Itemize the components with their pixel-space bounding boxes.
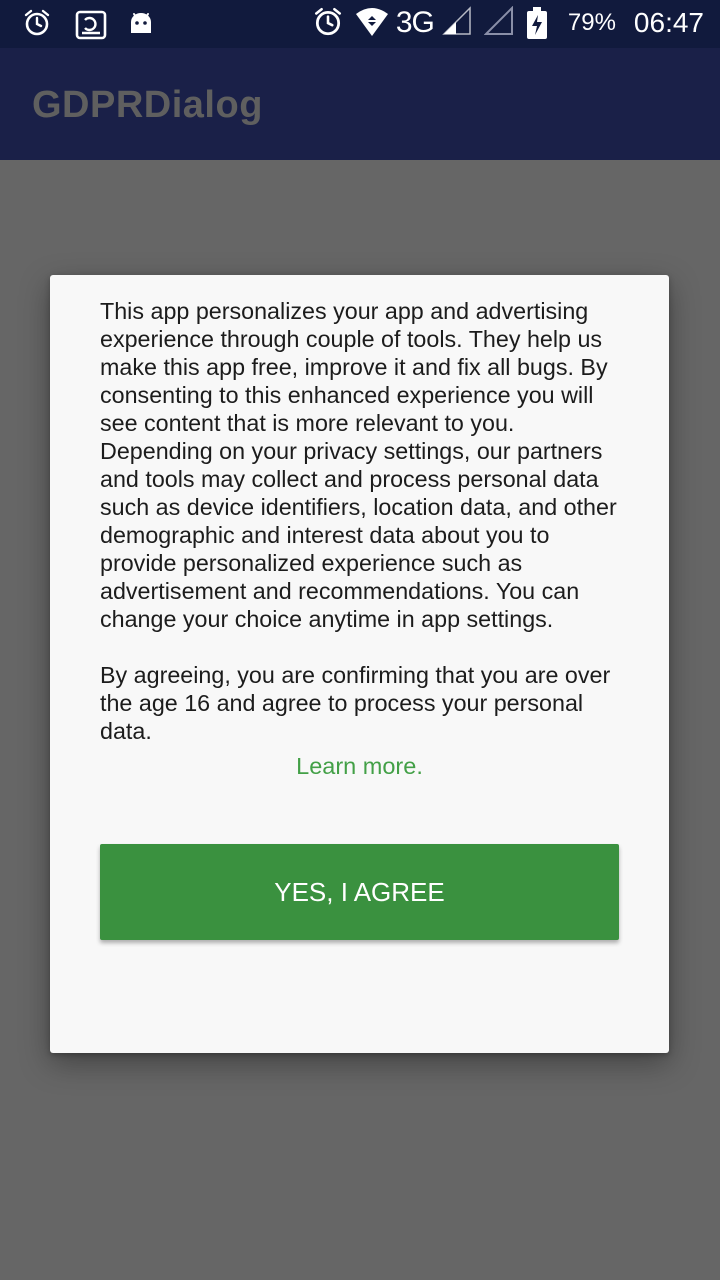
consent-paragraph: This app personalizes your app and adver… (100, 298, 617, 632)
status-bar: 3G 79% 06:47 (0, 0, 720, 48)
wifi-icon (354, 6, 388, 40)
alarm-icon (312, 6, 346, 40)
gdpr-dialog: This app personalizes your app and adver… (50, 275, 669, 1053)
clock-time: 06:47 (633, 7, 704, 38)
status-notifications (22, 8, 160, 42)
app-bar: GDPRDialog (0, 48, 720, 160)
battery-percent: 79% (567, 9, 616, 36)
learn-more-link[interactable]: Learn more. (50, 753, 669, 780)
dialog-message: This app personalizes your app and adver… (100, 297, 625, 745)
status-system: 3G 79% 06:47 (312, 5, 704, 40)
age-confirmation-paragraph: By agreeing, you are confirming that you… (100, 662, 611, 744)
android-icon (126, 8, 160, 42)
app-title: GDPRDialog (32, 84, 263, 126)
signal-icon (442, 6, 476, 40)
storage-icon (74, 8, 108, 42)
agree-button[interactable]: YES, I AGREE (100, 844, 619, 940)
network-type-label: 3G (395, 6, 435, 39)
alarm-clock-icon (22, 8, 56, 42)
battery-charging-icon (526, 6, 560, 40)
signal-empty-icon (483, 5, 518, 40)
